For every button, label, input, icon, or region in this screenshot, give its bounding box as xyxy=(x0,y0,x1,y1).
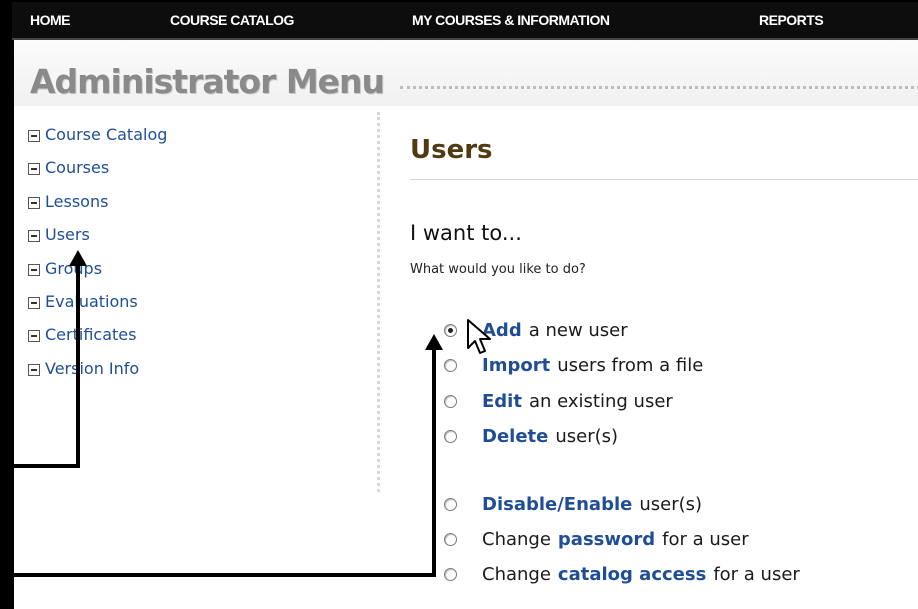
collapse-icon xyxy=(28,196,40,209)
section-divider xyxy=(410,179,918,180)
callout-line-add xyxy=(12,573,436,577)
mouse-pointer-icon xyxy=(467,319,491,354)
option-delete-users[interactable]: Delete user(s) xyxy=(444,426,618,447)
radio-button[interactable] xyxy=(444,498,457,511)
option-import-users[interactable]: Import users from a file xyxy=(444,355,703,376)
prompt-heading: I want to... xyxy=(410,221,522,245)
option-prefix: Change xyxy=(482,529,551,550)
option-text: for a user xyxy=(713,564,800,585)
collapse-icon xyxy=(28,296,40,309)
option-text: user(s) xyxy=(555,426,619,447)
sidebar-menu: Course Catalog Courses Lessons Users Gro… xyxy=(28,125,167,392)
sidebar-item-evaluations[interactable]: Evaluations xyxy=(28,292,167,325)
option-action[interactable]: catalog access xyxy=(558,564,706,585)
callout-line-users-vertical xyxy=(76,262,80,468)
option-action[interactable]: Edit xyxy=(482,391,522,412)
frame-border-left xyxy=(0,0,12,609)
sidebar-item-label: Evaluations xyxy=(45,291,138,311)
sidebar-item-groups[interactable]: Groups xyxy=(28,259,167,292)
nav-my-courses[interactable]: MY COURSES & INFORMATION xyxy=(412,12,610,28)
top-nav-bar: HOME COURSE CATALOG MY COURSES & INFORMA… xyxy=(12,2,918,40)
page-header: Administrator Menu xyxy=(14,40,918,106)
callout-line-add-vertical xyxy=(432,348,436,577)
arrow-up-icon xyxy=(425,334,443,350)
nav-reports[interactable]: REPORTS xyxy=(759,12,824,28)
sidebar-item-label: Lessons xyxy=(45,191,109,211)
sidebar-item-courses[interactable]: Courses xyxy=(28,158,167,191)
radio-button[interactable] xyxy=(444,395,457,408)
option-action[interactable]: Disable/Enable xyxy=(482,494,632,515)
collapse-icon xyxy=(28,230,40,243)
radio-button[interactable] xyxy=(444,430,457,443)
section-title: Users xyxy=(410,135,493,165)
option-edit-user[interactable]: Edit an existing user xyxy=(444,391,673,412)
radio-button[interactable] xyxy=(444,324,457,337)
collapse-icon xyxy=(28,263,40,276)
option-change-password[interactable]: Change password for a user xyxy=(444,529,749,550)
option-disable-enable-users[interactable]: Disable/Enable user(s) xyxy=(444,494,702,515)
option-prefix: Change xyxy=(482,564,551,585)
callout-line-users xyxy=(12,464,80,468)
radio-button[interactable] xyxy=(444,359,457,372)
sidebar-item-users[interactable]: Users xyxy=(28,225,167,258)
sidebar-item-course-catalog[interactable]: Course Catalog xyxy=(28,125,167,158)
radio-button[interactable] xyxy=(444,533,457,546)
collapse-icon xyxy=(28,163,40,176)
sidebar-item-certificates[interactable]: Certificates xyxy=(28,325,167,358)
sidebar-item-label: Course Catalog xyxy=(45,125,168,144)
prompt-text: What would you like to do? xyxy=(410,262,586,277)
nav-course-catalog[interactable]: COURSE CATALOG xyxy=(170,12,294,28)
nav-home[interactable]: HOME xyxy=(30,12,71,28)
sidebar-item-version-info[interactable]: Version Info xyxy=(28,359,167,392)
sidebar-item-lessons[interactable]: Lessons xyxy=(28,192,167,225)
sidebar-item-label: Courses xyxy=(45,158,110,178)
option-action[interactable]: password xyxy=(558,529,655,550)
collapse-icon xyxy=(28,363,40,376)
option-text: a new user xyxy=(528,320,628,341)
option-action[interactable]: Delete xyxy=(482,426,548,447)
radio-button[interactable] xyxy=(444,568,457,581)
option-text: for a user xyxy=(662,529,749,550)
collapse-icon xyxy=(28,130,40,142)
option-text: an existing user xyxy=(528,391,673,412)
title-dotted-rule xyxy=(400,86,918,89)
sidebar-item-label: Users xyxy=(45,225,90,245)
option-action[interactable]: Import xyxy=(482,355,550,376)
sidebar-item-label: Certificates xyxy=(45,325,137,345)
frame-border-left-inner xyxy=(12,40,14,609)
arrow-up-icon xyxy=(69,250,87,266)
option-text: user(s) xyxy=(639,494,703,515)
option-text: users from a file xyxy=(557,355,704,376)
page-title: Administrator Menu xyxy=(30,62,385,101)
option-change-catalog-access[interactable]: Change catalog access for a user xyxy=(444,564,800,585)
sidebar-divider xyxy=(377,112,380,492)
collapse-icon xyxy=(28,330,40,343)
sidebar-item-label: Version Info xyxy=(45,358,140,378)
